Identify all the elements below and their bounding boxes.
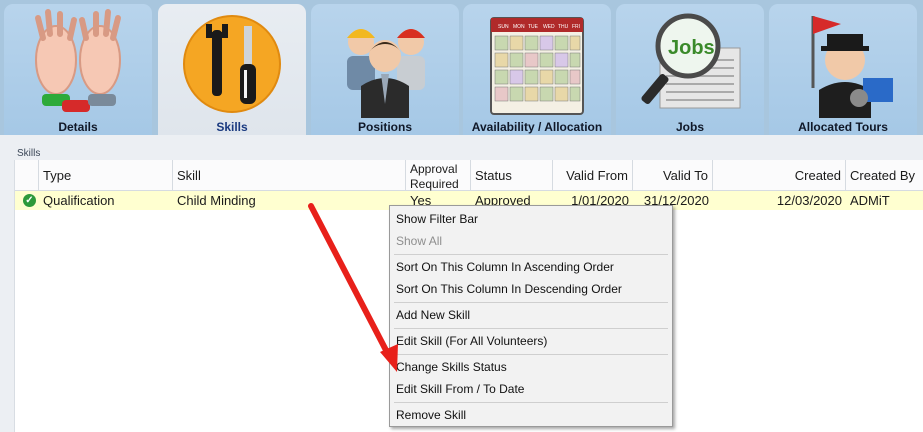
tab-availability-allocation[interactable]: SUN MON TUE WED THU FRI Availability / A… bbox=[463, 4, 611, 135]
column-header-label: Status bbox=[475, 167, 512, 183]
calendar-day-label: FRI bbox=[572, 24, 580, 30]
calendar-day-label: TUE bbox=[528, 24, 539, 30]
menu-item-edit-skill-all[interactable]: Edit Skill (For All Volunteers) bbox=[396, 331, 547, 351]
tools-icon bbox=[183, 15, 281, 113]
check-icon: ✓ bbox=[23, 194, 36, 207]
tab-label: Positions bbox=[357, 120, 412, 134]
menu-separator bbox=[394, 302, 668, 303]
calendar-day-label: THU bbox=[558, 24, 569, 30]
tab-bar: Details Skills Positions SUN MON TUE WED… bbox=[0, 0, 923, 135]
column-header-label: Skill bbox=[177, 167, 201, 183]
header-line: Required bbox=[410, 177, 459, 191]
column-header-skill[interactable]: Skill bbox=[173, 160, 406, 191]
menu-separator bbox=[394, 328, 668, 329]
jobs-magnifier-icon: Jobs bbox=[641, 13, 741, 109]
column-header-valid-to[interactable]: Valid To bbox=[633, 160, 713, 191]
menu-separator bbox=[394, 254, 668, 255]
column-header-label: Created bbox=[794, 167, 841, 183]
cell-type: Qualification bbox=[43, 193, 115, 208]
menu-item-sort-descending[interactable]: Sort On This Column In Descending Order bbox=[396, 279, 622, 299]
menu-item-add-new-skill[interactable]: Add New Skill bbox=[396, 305, 470, 325]
context-menu: Show Filter Bar Show All Sort On This Co… bbox=[389, 205, 673, 427]
column-header-label: Approval Required bbox=[410, 162, 459, 192]
tab-label: Details bbox=[58, 120, 98, 134]
tab-allocated-tours[interactable]: Allocated Tours bbox=[769, 4, 917, 135]
menu-item-show-filter-bar[interactable]: Show Filter Bar bbox=[396, 209, 478, 229]
column-header-label: Type bbox=[43, 167, 72, 183]
cell-created-by: ADMiT bbox=[850, 193, 890, 208]
column-header-label: Valid To bbox=[662, 167, 708, 183]
column-header-created-by[interactable]: Created By bbox=[846, 160, 923, 191]
calendar-day-label: SUN bbox=[498, 24, 509, 30]
tab-label: Allocated Tours bbox=[798, 120, 888, 134]
column-header-status[interactable]: Status bbox=[471, 160, 553, 191]
column-header-status-icon[interactable] bbox=[15, 160, 39, 191]
menu-item-edit-skill-dates[interactable]: Edit Skill From / To Date bbox=[396, 379, 524, 399]
header-line: Approval bbox=[410, 162, 458, 176]
column-header-approval-required[interactable]: Approval Required bbox=[406, 160, 471, 191]
cell-skill: Child Minding bbox=[177, 193, 256, 208]
menu-item-remove-skill[interactable]: Remove Skill bbox=[396, 405, 466, 425]
section-title: Skills bbox=[17, 148, 41, 159]
menu-item-sort-ascending[interactable]: Sort On This Column In Ascending Order bbox=[396, 257, 614, 277]
calendar-day-label: WED bbox=[543, 24, 555, 30]
column-header-label: Valid From bbox=[566, 167, 628, 183]
tab-details[interactable]: Details bbox=[4, 4, 152, 135]
column-header-created[interactable]: Created bbox=[713, 160, 846, 191]
tab-label: Availability / Allocation bbox=[471, 120, 603, 134]
menu-separator bbox=[394, 354, 668, 355]
tab-positions[interactable]: Positions bbox=[311, 4, 459, 135]
hands-icon bbox=[35, 9, 121, 112]
tab-skills[interactable]: Skills bbox=[158, 4, 306, 135]
tab-jobs[interactable]: Jobs Jobs bbox=[616, 4, 764, 135]
menu-item-change-skills-status[interactable]: Change Skills Status bbox=[396, 357, 507, 377]
tour-flag-icon bbox=[811, 16, 893, 118]
calendar-icon: SUN MON TUE WED THU FRI bbox=[490, 17, 584, 115]
jobs-word: Jobs bbox=[668, 37, 715, 59]
column-header-valid-from[interactable]: Valid From bbox=[553, 160, 633, 191]
menu-separator bbox=[394, 402, 668, 403]
tab-label: Skills bbox=[216, 120, 248, 134]
column-header-type[interactable]: Type bbox=[39, 160, 173, 191]
column-header-label: Created By bbox=[850, 167, 916, 183]
tab-label: Jobs bbox=[675, 120, 704, 134]
calendar-day-label: MON bbox=[513, 24, 525, 30]
menu-item-show-all[interactable]: Show All bbox=[396, 231, 442, 251]
cell-created: 12/03/2020 bbox=[776, 193, 842, 208]
workers-icon bbox=[347, 29, 425, 118]
